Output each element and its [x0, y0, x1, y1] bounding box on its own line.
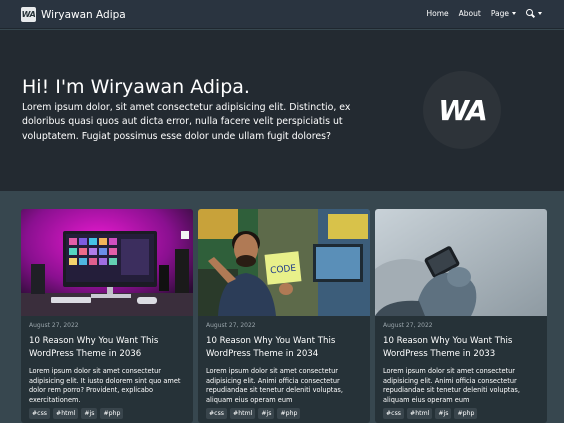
navbar: WA Wiryawan Adipa Home About Page: [0, 0, 564, 29]
post-thumbnail[interactable]: [21, 209, 193, 316]
post-thumbnail[interactable]: [375, 209, 547, 316]
tag-js[interactable]: #js: [258, 408, 275, 419]
phone-in-gloved-hand-image: [375, 209, 547, 316]
search-dropdown[interactable]: [526, 9, 542, 18]
post-title[interactable]: 10 Reason Why You Want This WordPress Th…: [29, 335, 185, 361]
nav-page-label: Page: [490, 9, 509, 18]
tag-css[interactable]: #css: [206, 408, 228, 419]
developer-with-code-note-image: CODE: [198, 209, 370, 316]
tag-php[interactable]: #php: [100, 408, 124, 419]
post-thumbnail[interactable]: CODE: [198, 209, 370, 316]
tag-js[interactable]: #js: [81, 408, 98, 419]
hero-logo-text: WA: [438, 93, 488, 127]
nav-home-link[interactable]: Home: [426, 9, 448, 18]
tag-css[interactable]: #css: [383, 408, 405, 419]
post-body: August 27, 2022 10 Reason Why You Want T…: [383, 322, 539, 406]
post-tags: #css #html #js #php: [206, 408, 303, 419]
post-body: August 27, 2022 10 Reason Why You Want T…: [206, 322, 362, 406]
tag-php[interactable]: #php: [454, 408, 478, 419]
hero-description: Lorem ipsum dolor, sit amet consectetur …: [22, 102, 351, 142]
tag-html[interactable]: #html: [230, 408, 256, 419]
post-excerpt: Lorem ipsum dolor sit amet consectetur a…: [383, 367, 520, 405]
tag-php[interactable]: #php: [277, 408, 301, 419]
post-date: August 27, 2022: [383, 322, 433, 329]
post-excerpt: Lorem ipsum dolor sit amet consectetur a…: [29, 367, 181, 405]
post-card[interactable]: August 27, 2022 10 Reason Why You Want T…: [21, 209, 193, 423]
search-icon: [526, 9, 535, 18]
post-tags: #css #html #js #php: [383, 408, 480, 419]
chevron-down-icon: [538, 12, 542, 15]
nav-page-dropdown[interactable]: Page: [491, 9, 516, 18]
nav-links: Home About Page: [416, 9, 542, 18]
post-body: August 27, 2022 10 Reason Why You Want T…: [29, 322, 185, 406]
post-title[interactable]: 10 Reason Why You Want This WordPress Th…: [383, 335, 539, 361]
tag-html[interactable]: #html: [53, 408, 79, 419]
post-card[interactable]: August 27, 2022 10 Reason Why You Want T…: [375, 209, 547, 423]
post-tags: #css #html #js #php: [29, 408, 126, 419]
brand-logo: WA: [21, 7, 36, 22]
hero-logo: WA: [423, 71, 501, 149]
post-title[interactable]: 10 Reason Why You Want This WordPress Th…: [206, 335, 362, 361]
tag-js[interactable]: #js: [435, 408, 452, 419]
desk-setup-image: [21, 209, 193, 316]
tag-css[interactable]: #css: [29, 408, 51, 419]
tag-html[interactable]: #html: [407, 408, 433, 419]
brand-link[interactable]: WA Wiryawan Adipa: [21, 6, 126, 23]
post-card[interactable]: CODE August 27, 2022 10 Reason Why You W…: [198, 209, 370, 423]
brand-name: Wiryawan Adipa: [41, 8, 126, 21]
nav-about-link[interactable]: About: [459, 9, 481, 18]
hero-section: Hi! I'm Wiryawan Adipa. Lorem ipsum dolo…: [0, 30, 564, 191]
post-date: August 27, 2022: [29, 322, 79, 329]
post-excerpt: Lorem ipsum dolor sit amet consectetur a…: [206, 367, 343, 405]
chevron-down-icon: [512, 12, 516, 15]
hero-title: Hi! I'm Wiryawan Adipa.: [22, 76, 250, 98]
post-date: August 27, 2022: [206, 322, 256, 329]
